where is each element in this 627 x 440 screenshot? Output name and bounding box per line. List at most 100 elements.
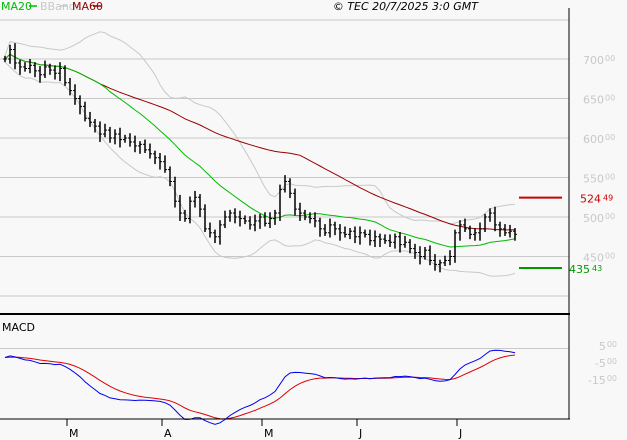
ohlc-bar [293, 188, 297, 216]
ohlc-bar [58, 62, 62, 82]
ohlc-bar [158, 153, 162, 170]
macd-label: MACD [2, 321, 35, 334]
ohlc-bar [213, 229, 217, 244]
tick-dec: 00 [605, 133, 615, 142]
ohlc-bar [508, 224, 512, 238]
ohlc-bar [73, 84, 77, 105]
ohlc-bar [218, 220, 222, 245]
ohlc-bar [168, 166, 172, 187]
ohlc-bar [3, 55, 7, 63]
ohlc-bar [403, 235, 407, 248]
ohlc-bar [263, 212, 267, 227]
ohlc-bar [238, 210, 242, 227]
tick-dec: 00 [607, 357, 617, 366]
ohlc-bar [223, 210, 227, 229]
ohlc-bar [418, 246, 422, 265]
ohlc-bar [298, 202, 302, 221]
ohlc-bar [173, 176, 177, 208]
ohlc-bar [393, 233, 397, 249]
ohlc-bar [388, 234, 392, 248]
macd-lines [4, 349, 516, 425]
ohlc-bar [288, 178, 292, 199]
tick-dec: 00 [605, 252, 615, 261]
ohlc-bar [148, 143, 152, 159]
macd-line [4, 349, 516, 425]
tick-int: -5 [595, 357, 606, 370]
price-tick-label: 65000 [583, 94, 615, 107]
tick-dec: 00 [607, 374, 617, 383]
bband-upper [4, 31, 516, 225]
ohlc-bar [153, 150, 157, 165]
ohlc-bar [323, 224, 327, 236]
price-tick-label: 60000 [583, 133, 615, 146]
ohlc-bar [8, 44, 12, 64]
tick-int: -15 [588, 374, 606, 387]
month-label: A [164, 427, 172, 440]
legend: MA20 BBands MA60 [1, 0, 103, 13]
ohlc-bar [478, 222, 482, 241]
ohlc-bar [33, 62, 37, 78]
ohlc-bar [163, 155, 167, 173]
ma60-line [4, 53, 516, 231]
macd-tick-label: -1500 [588, 374, 617, 387]
ohlc-bar [98, 121, 102, 142]
ohlc-bar [18, 59, 22, 75]
ohlc-bar [378, 233, 382, 248]
ohlc-bar [198, 194, 202, 217]
ohlc-bar [363, 229, 367, 238]
ohlc-bar [123, 134, 127, 143]
price-axis: 700006500060000550005000045000 [583, 54, 615, 265]
ohlc-bar [183, 209, 187, 222]
ohlc-bar [23, 62, 27, 72]
tick-dec: 00 [605, 173, 615, 182]
ohlc-bar [268, 212, 272, 229]
ohlc-bar [458, 220, 462, 241]
tick-dec: 00 [605, 54, 615, 63]
ohlc-bar [138, 141, 142, 154]
x-axis: MAMJJ [66, 419, 462, 440]
ohlc-bar [353, 226, 357, 244]
ohlc-bar [108, 126, 112, 143]
month-label: M [264, 427, 274, 440]
bbands [4, 31, 516, 277]
macd-signal-line [4, 354, 516, 420]
ohlc-bar [373, 230, 377, 248]
tick-dec: 00 [607, 340, 617, 349]
ohlc-bar [358, 226, 362, 245]
ohlc-bar [43, 60, 47, 78]
ohlc-bar [28, 59, 32, 74]
price-tick-label: 55000 [583, 173, 615, 186]
lower-level-label: 435 43 [569, 263, 602, 276]
tick-int: 500 [583, 212, 604, 225]
ohlc-bar [348, 228, 352, 240]
ohlc-bar [383, 234, 387, 244]
month-label: M [69, 427, 79, 440]
ohlc-bars [3, 43, 517, 273]
tick-dec: 00 [605, 94, 615, 103]
ohlc-bar [448, 250, 452, 266]
month-label: J [458, 427, 462, 440]
month-label: J [358, 427, 362, 440]
upper-level-label: 524 49 [580, 193, 613, 206]
tick-int: 700 [583, 54, 604, 67]
ohlc-bar [438, 259, 442, 273]
ohlc-bar [248, 216, 252, 230]
ohlc-bar [38, 66, 42, 83]
ohlc-bar [143, 139, 147, 154]
legend-ma20: MA20 [1, 0, 32, 13]
ohlc-bar [208, 222, 212, 238]
tick-int: 5 [599, 340, 606, 353]
ohlc-bar [128, 133, 132, 147]
ohlc-bar [203, 204, 207, 233]
tick-int: 600 [583, 133, 604, 146]
ohlc-bar [333, 221, 337, 236]
macd-tick-label: -500 [595, 357, 617, 370]
ohlc-bar [53, 65, 57, 80]
ohlc-bar [493, 206, 497, 232]
ohlc-bar [233, 208, 237, 224]
ohlc-bar [313, 212, 317, 228]
stock-chart: MA20 BBands MA60 © TEC 20/7/2025 3:0 GMT… [0, 0, 617, 440]
level-markers: 524 49 435 43 [519, 193, 613, 276]
ohlc-bar [473, 228, 477, 241]
ohlc-bar [368, 229, 372, 246]
